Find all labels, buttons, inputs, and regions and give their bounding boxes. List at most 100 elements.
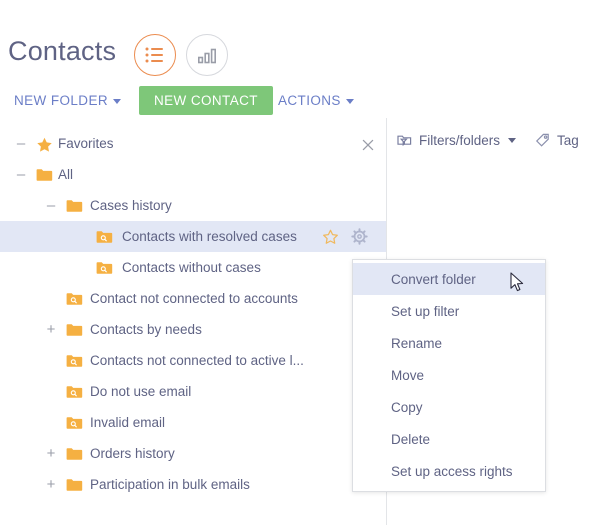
folder-icon (66, 323, 83, 336)
menu-item-convert-folder[interactable]: Convert folder (353, 263, 545, 295)
close-icon (362, 139, 374, 151)
folder-search-icon (96, 261, 113, 274)
filter-folder-icon (397, 135, 412, 146)
right-panel-toolbar: Filters/folders Tag (396, 128, 579, 152)
chart-view-toggle[interactable] (186, 34, 228, 76)
folder-icon-wrap (66, 478, 83, 492)
folder-context-menu: Convert folder Set up filter Rename Move Cop… (352, 259, 546, 492)
tag-button[interactable]: Tag (534, 132, 579, 149)
tree-item-label: Contacts not connected to active l... (90, 353, 304, 368)
collapse-icon[interactable]: – (14, 167, 28, 182)
folder-icon (36, 168, 53, 181)
folder-search-icon (96, 230, 113, 243)
new-folder-button[interactable]: NEW FOLDER (14, 93, 122, 108)
menu-item-label: Rename (391, 335, 443, 351)
star-icon (37, 137, 52, 152)
folder-icon (66, 478, 83, 491)
toolbar-divider (0, 118, 386, 119)
tree-item-label: Cases history (90, 198, 172, 213)
collapse-icon[interactable]: – (44, 198, 58, 213)
menu-item-copy[interactable]: Copy (353, 391, 545, 423)
menu-item-rename[interactable]: Rename (353, 327, 545, 359)
menu-item-label: Copy (391, 399, 423, 415)
tree-item-cases-history[interactable]: – Cases history (0, 190, 386, 221)
folder-search-icon-wrap (66, 416, 83, 430)
chevron-down-icon (345, 98, 354, 104)
view-toggle-group (134, 34, 228, 76)
tag-label: Tag (557, 132, 579, 148)
menu-item-label: Convert folder (391, 271, 476, 287)
favorite-star-icon-button[interactable] (322, 229, 339, 245)
actions-label: ACTIONS (278, 93, 341, 108)
tree-item-contacts-not-connected-to-active-l[interactable]: Contacts not connected to active l... (0, 345, 386, 376)
folder-icon-wrap (66, 199, 83, 213)
expand-icon[interactable]: + (44, 477, 58, 492)
menu-item-delete[interactable]: Delete (353, 423, 545, 455)
tree-item-contacts-by-needs[interactable]: + Contacts by needs (0, 314, 386, 345)
tree-item-label: Invalid email (90, 415, 166, 430)
gear-icon-button[interactable] (351, 228, 368, 245)
folder-search-icon-wrap (66, 292, 83, 306)
folder-icon (66, 199, 83, 212)
folder-search-icon (66, 385, 83, 398)
folder-icon (66, 447, 83, 460)
action-bar: NEW FOLDER NEW CONTACT ACTIONS (0, 85, 590, 119)
expand-icon[interactable]: + (44, 446, 58, 461)
folder-tree: – Favorites – All – Cases history Contacts wit… (0, 128, 386, 500)
tree-item-participation-in-bulk-emails[interactable]: + Participation in bulk emails (0, 469, 386, 500)
filters-folders-button[interactable]: Filters/folders (396, 132, 517, 149)
tree-item-contact-not-connected-to-accounts[interactable]: Contact not connected to accounts (0, 283, 386, 314)
list-icon (145, 47, 163, 63)
bar-chart-icon (197, 48, 217, 63)
menu-item-move[interactable]: Move (353, 359, 545, 391)
gear-icon (351, 228, 368, 245)
menu-item-label: Move (391, 367, 425, 383)
menu-item-label: Set up filter (391, 303, 460, 319)
tree-item-all[interactable]: – All (0, 159, 386, 190)
folder-icon-wrap (36, 168, 53, 182)
favorite-star-icon (323, 229, 338, 244)
folder-search-icon-wrap (96, 230, 113, 244)
tree-item-label: All (58, 167, 74, 182)
new-contact-button[interactable]: NEW CONTACT (139, 86, 273, 115)
tree-item-contacts-without-cases[interactable]: Contacts without cases (0, 252, 386, 283)
folder-search-icon-wrap (96, 261, 113, 275)
tree-item-do-not-use-email[interactable]: Do not use email (0, 376, 386, 407)
tag-icon (535, 133, 549, 147)
folder-search-icon (66, 416, 83, 429)
tree-item-label: Contacts without cases (122, 260, 261, 275)
folder-icon-wrap (66, 323, 83, 337)
menu-item-set-up-access-rights[interactable]: Set up access rights (353, 455, 545, 487)
tree-item-invalid-email[interactable]: Invalid email (0, 407, 386, 438)
folder-icon-wrap (66, 447, 83, 461)
actions-button[interactable]: ACTIONS (278, 93, 354, 108)
new-contact-label: NEW CONTACT (154, 93, 258, 108)
tree-item-label: Favorites (58, 136, 114, 151)
new-folder-label: NEW FOLDER (14, 93, 109, 108)
tree-item-tools (322, 228, 368, 245)
collapse-icon[interactable]: – (14, 136, 28, 151)
page-header: Contacts (0, 0, 590, 82)
chevron-down-icon (508, 137, 517, 143)
menu-item-label: Set up access rights (391, 463, 513, 479)
close-tree-button[interactable] (360, 137, 376, 153)
tree-item-favorites[interactable]: – Favorites (0, 128, 386, 159)
folder-search-icon-wrap (66, 385, 83, 399)
app-root: Contacts NEW FOLDER NEW CONTACT ACTIONS … (0, 0, 590, 525)
folder-search-icon-wrap (66, 354, 83, 368)
tree-item-contacts-with-resolved-cases[interactable]: Contacts with resolved cases (0, 221, 386, 252)
star-icon-wrap (36, 137, 52, 152)
tree-item-label: Do not use email (90, 384, 192, 399)
folder-search-icon (66, 354, 83, 367)
folder-search-icon (66, 292, 83, 305)
chevron-down-icon (113, 98, 122, 104)
expand-icon[interactable]: + (44, 322, 58, 337)
list-view-toggle[interactable] (134, 34, 176, 76)
tree-item-label: Participation in bulk emails (90, 477, 250, 492)
tree-item-label: Contacts by needs (90, 322, 202, 337)
page-title: Contacts (8, 36, 117, 66)
menu-item-label: Delete (391, 431, 431, 447)
menu-item-set-up-filter[interactable]: Set up filter (353, 295, 545, 327)
filters-folders-label: Filters/folders (419, 132, 501, 148)
tree-item-orders-history[interactable]: + Orders history (0, 438, 386, 469)
